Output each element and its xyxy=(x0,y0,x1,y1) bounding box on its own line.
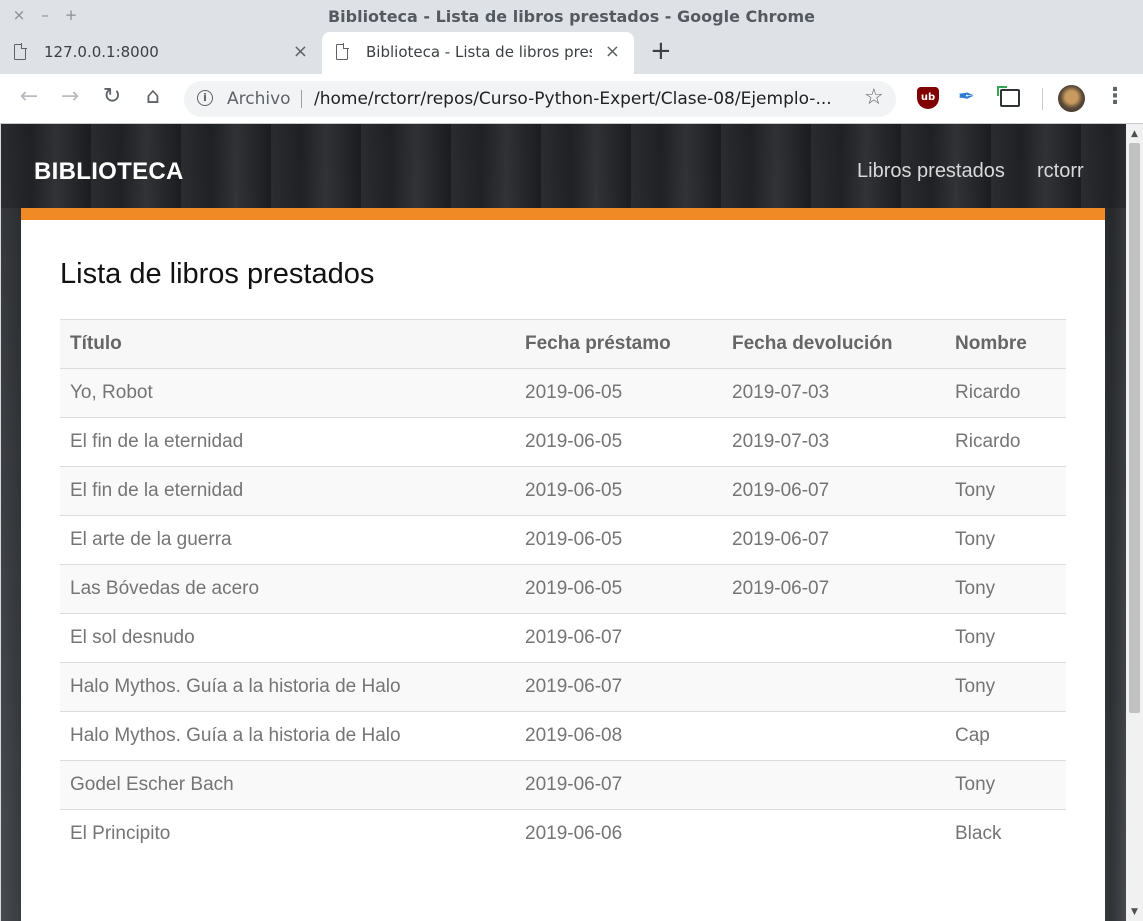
cell-title: Godel Escher Bach xyxy=(60,760,515,810)
cell-title: Las Bóvedas de acero xyxy=(60,564,515,614)
cell-loan-date: 2019-06-07 xyxy=(515,662,722,712)
tab-strip: 127.0.0.1:8000 × Biblioteca - Lista de l… xyxy=(0,32,1143,74)
scrollbar-thumb[interactable] xyxy=(1129,143,1140,713)
scroll-down-arrow-icon[interactable]: ▼ xyxy=(1131,907,1138,917)
table-row: El fin de la eternidad 2019-06-05 2019-0… xyxy=(60,417,1066,467)
cell-return-date: 2019-07-03 xyxy=(722,368,945,418)
cell-title: Halo Mythos. Guía a la historia de Halo xyxy=(60,711,515,761)
table-row: Las Bóvedas de acero 2019-06-05 2019-06-… xyxy=(60,564,1066,614)
table-row: Halo Mythos. Guía a la historia de Halo … xyxy=(60,711,1066,761)
address-divider xyxy=(301,90,302,108)
site-brand[interactable]: BIBLIOTECA xyxy=(34,158,184,186)
window-titlebar: × – + Biblioteca - Lista de libros prestad… xyxy=(0,0,1143,32)
tab-label: 127.0.0.1:8000 xyxy=(44,43,159,61)
cell-loan-date: 2019-06-05 xyxy=(515,564,722,614)
cell-name: Ricardo xyxy=(945,368,1066,418)
cell-name: Tony xyxy=(945,760,1066,810)
cell-title: Yo, Robot xyxy=(60,368,515,418)
cell-return-date: 2019-06-07 xyxy=(722,515,945,565)
tab-localhost[interactable]: 127.0.0.1:8000 × xyxy=(0,32,322,74)
cell-name: Tony xyxy=(945,662,1066,712)
column-header-fecha-prestamo: Fecha préstamo xyxy=(515,319,722,369)
tab-biblioteca[interactable]: Biblioteca - Lista de libros prest × xyxy=(322,32,634,74)
cell-title: El arte de la guerra xyxy=(60,515,515,565)
browser-toolbar: ← → ↻ ⌂ i Archivo /home/rctorr/repos/Cur… xyxy=(0,74,1143,124)
column-header-fecha-devolucion: Fecha devolución xyxy=(722,319,945,369)
table-header-row: Título Fecha préstamo Fecha devolución N… xyxy=(60,319,1066,369)
content-card: Lista de libros prestados Título Fecha p… xyxy=(21,220,1105,921)
loans-table: Título Fecha préstamo Fecha devolución N… xyxy=(60,319,1066,859)
cell-loan-date: 2019-06-05 xyxy=(515,515,722,565)
table-row: Halo Mythos. Guía a la historia de Halo … xyxy=(60,662,1066,712)
cell-name: Tony xyxy=(945,564,1066,614)
document-icon xyxy=(14,43,27,60)
cell-title: El Principito xyxy=(60,809,515,859)
tab-close-button[interactable]: × xyxy=(293,41,308,62)
screen-capture-extension-icon[interactable] xyxy=(997,86,1020,107)
cell-name: Cap xyxy=(945,711,1066,761)
bookmark-star-icon[interactable]: ☆ xyxy=(864,85,884,110)
url-text[interactable]: /home/rctorr/repos/Curso-Python-Expert/C… xyxy=(314,89,844,109)
nav-link-libros-prestados[interactable]: Libros prestados xyxy=(857,160,1005,183)
forward-button[interactable]: → xyxy=(56,84,84,109)
info-icon[interactable]: i xyxy=(197,90,213,106)
cell-return-date: 2019-06-07 xyxy=(722,466,945,516)
cell-return-date xyxy=(722,662,945,712)
browser-menu-icon[interactable]: ⋮ xyxy=(1104,84,1126,109)
cell-return-date xyxy=(722,809,945,859)
table-row: El arte de la guerra 2019-06-05 2019-06-… xyxy=(60,515,1066,565)
cell-name: Tony xyxy=(945,613,1066,663)
cell-loan-date: 2019-06-05 xyxy=(515,368,722,418)
cell-loan-date: 2019-06-07 xyxy=(515,760,722,810)
column-header-titulo: Título xyxy=(60,319,515,369)
table-row: Yo, Robot 2019-06-05 2019-07-03 Ricardo xyxy=(60,368,1066,418)
toolbar-divider xyxy=(1042,88,1043,110)
cell-title: El fin de la eternidad xyxy=(60,466,515,516)
page-viewport: BIBLIOTECA Libros prestados rctorr Lista… xyxy=(1,124,1126,921)
home-button[interactable]: ⌂ xyxy=(139,84,167,109)
scroll-up-arrow-icon[interactable]: ▲ xyxy=(1131,129,1138,139)
nav-link-user[interactable]: rctorr xyxy=(1037,160,1084,183)
new-tab-button[interactable]: + xyxy=(650,36,672,66)
table-row: El fin de la eternidad 2019-06-05 2019-0… xyxy=(60,466,1066,516)
cell-loan-date: 2019-06-07 xyxy=(515,613,722,663)
table-row: El Principito 2019-06-06 Black xyxy=(60,809,1066,859)
ublock-extension-icon[interactable]: ub xyxy=(917,87,939,109)
cell-name: Tony xyxy=(945,515,1066,565)
window-title: Biblioteca - Lista de libros prestados -… xyxy=(327,7,816,26)
cell-loan-date: 2019-06-06 xyxy=(515,809,722,859)
cell-name: Black xyxy=(945,809,1066,859)
cell-return-date: 2019-06-07 xyxy=(722,564,945,614)
cell-title: El sol desnudo xyxy=(60,613,515,663)
cell-name: Ricardo xyxy=(945,417,1066,467)
column-header-nombre: Nombre xyxy=(945,319,1066,369)
cell-name: Tony xyxy=(945,466,1066,516)
tab-label: Biblioteca - Lista de libros prest xyxy=(366,43,592,61)
security-label: Archivo xyxy=(227,89,291,109)
cell-return-date: 2019-07-03 xyxy=(722,417,945,467)
table-row: Godel Escher Bach 2019-06-07 Tony xyxy=(60,760,1066,810)
cell-return-date xyxy=(722,760,945,810)
back-button[interactable]: ← xyxy=(15,84,43,109)
page-title: Lista de libros prestados xyxy=(60,258,375,290)
cell-loan-date: 2019-06-05 xyxy=(515,466,722,516)
cell-return-date xyxy=(722,613,945,663)
profile-avatar[interactable] xyxy=(1058,85,1085,112)
feather-extension-icon[interactable]: ✒ xyxy=(958,84,980,108)
cell-title: Halo Mythos. Guía a la historia de Halo xyxy=(60,662,515,712)
tab-close-button[interactable]: × xyxy=(605,41,620,62)
cell-return-date xyxy=(722,711,945,761)
table-row: El sol desnudo 2019-06-07 Tony xyxy=(60,613,1066,663)
document-icon xyxy=(336,43,349,60)
reload-button[interactable]: ↻ xyxy=(98,84,126,109)
cell-loan-date: 2019-06-08 xyxy=(515,711,722,761)
site-navbar: BIBLIOTECA Libros prestados rctorr xyxy=(1,124,1126,208)
cell-loan-date: 2019-06-05 xyxy=(515,417,722,467)
cell-title: El fin de la eternidad xyxy=(60,417,515,467)
address-bar[interactable]: i Archivo /home/rctorr/repos/Curso-Pytho… xyxy=(184,81,896,117)
page-scrollbar[interactable]: ▲ ▼ xyxy=(1126,124,1143,921)
accent-bar xyxy=(21,208,1105,220)
